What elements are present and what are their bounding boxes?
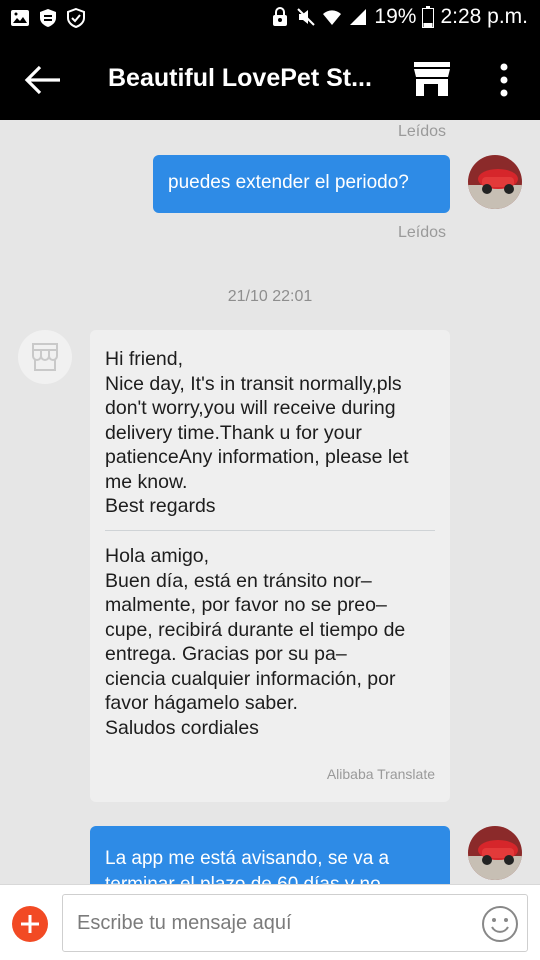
outgoing-message-bubble[interactable]: La app me está avisando, se va a termina… bbox=[90, 826, 450, 884]
shop-avatar[interactable] bbox=[18, 330, 72, 384]
store-icon bbox=[32, 343, 58, 371]
app-bar: Beautiful LovePet St... bbox=[0, 38, 540, 120]
avatar-image bbox=[468, 155, 522, 209]
security-icon bbox=[67, 8, 85, 28]
lock-icon bbox=[273, 7, 288, 26]
incoming-message-translation: Hola amigo, Buen día, está en tránsito n… bbox=[105, 545, 406, 739]
incoming-message-original: Hi friend, Nice day, It's in transit nor… bbox=[105, 348, 409, 517]
signal-icon bbox=[350, 9, 367, 25]
avatar-image bbox=[468, 826, 522, 880]
smiley-icon[interactable] bbox=[481, 905, 519, 943]
read-receipt: Leídos bbox=[397, 224, 446, 241]
translation-credit: Alibaba Translate bbox=[326, 765, 435, 782]
arrow-back-icon[interactable] bbox=[22, 62, 62, 98]
plus-icon bbox=[21, 915, 39, 933]
message-timestamp: 21/10 22:01 bbox=[227, 288, 313, 305]
outgoing-message-bubble[interactable]: puedes extender el periodo? bbox=[153, 155, 450, 213]
message-input[interactable] bbox=[77, 907, 457, 939]
clock: 2:28 p.m. bbox=[440, 5, 528, 28]
translation-divider bbox=[105, 530, 435, 531]
user-avatar[interactable] bbox=[468, 155, 522, 209]
battery-icon bbox=[422, 6, 435, 28]
outgoing-message-text: puedes extender el periodo? bbox=[168, 172, 409, 193]
wifi-icon bbox=[323, 10, 342, 25]
add-attachment-button[interactable] bbox=[12, 906, 48, 942]
mute-icon bbox=[297, 8, 316, 26]
user-avatar[interactable] bbox=[468, 826, 522, 880]
battery-level: 19% bbox=[374, 5, 417, 28]
store-icon[interactable] bbox=[412, 60, 452, 98]
chat-title[interactable]: Beautiful LovePet St... bbox=[108, 64, 378, 93]
incoming-message-bubble[interactable]: Hi friend, Nice day, It's in transit nor… bbox=[90, 330, 450, 802]
more-vert-icon[interactable] bbox=[494, 60, 514, 100]
status-bar: 19% 2:28 p.m. bbox=[0, 0, 540, 38]
message-field-container[interactable] bbox=[62, 894, 528, 952]
read-receipt: Leídos bbox=[397, 123, 446, 140]
outgoing-message-text: La app me está avisando, se va a termina… bbox=[105, 848, 390, 884]
gallery-icon bbox=[11, 10, 29, 26]
shield-icon bbox=[40, 9, 56, 27]
message-input-bar bbox=[0, 884, 540, 960]
chat-area[interactable]: Leídos puedes extender el periodo? Leído… bbox=[0, 120, 540, 884]
